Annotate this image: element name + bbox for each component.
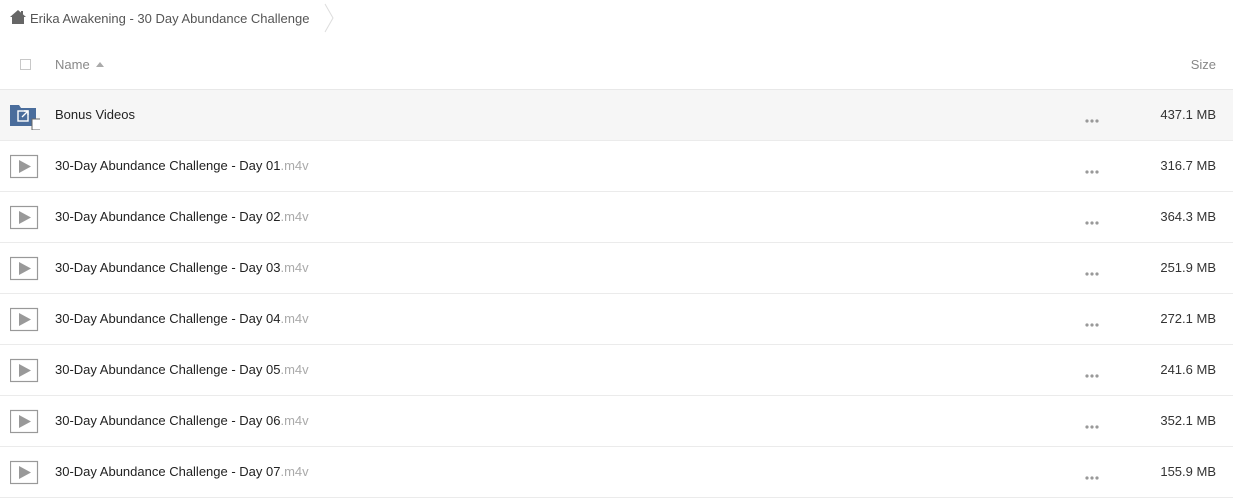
file-row[interactable]: 30-Day Abundance Challenge - Day 06.m4v … <box>0 396 1233 447</box>
file-size: 437.1 MB <box>1160 107 1216 122</box>
file-name[interactable]: 30-Day Abundance Challenge - Day 01.m4v <box>55 158 309 173</box>
select-all-checkbox[interactable] <box>20 59 31 70</box>
video-file-icon <box>9 459 40 487</box>
more-actions-icon[interactable] <box>1084 316 1100 327</box>
home-icon <box>10 10 26 24</box>
file-name-base: 30-Day Abundance Challenge - Day 07 <box>55 464 281 479</box>
file-name[interactable]: 30-Day Abundance Challenge - Day 02.m4v <box>55 209 309 224</box>
file-extension: .m4v <box>280 362 309 377</box>
video-file-icon <box>9 306 40 334</box>
column-header-name[interactable]: Name <box>55 57 104 72</box>
file-size: 155.9 MB <box>1160 464 1216 479</box>
file-row[interactable]: 30-Day Abundance Challenge - Day 01.m4v … <box>0 141 1233 192</box>
table-header: Name Size <box>0 40 1233 90</box>
file-name[interactable]: 30-Day Abundance Challenge - Day 06.m4v <box>55 413 309 428</box>
file-name-base: 30-Day Abundance Challenge - Day 02 <box>55 209 281 224</box>
file-row[interactable]: 30-Day Abundance Challenge - Day 07.m4v … <box>0 447 1233 498</box>
breadcrumb: Erika Awakening - 30 Day Abundance Chall… <box>0 0 1233 36</box>
file-row[interactable]: 30-Day Abundance Challenge - Day 02.m4v … <box>0 192 1233 243</box>
file-name[interactable]: 30-Day Abundance Challenge - Day 05.m4v <box>55 362 309 377</box>
file-size: 352.1 MB <box>1160 413 1216 428</box>
file-name-base: 30-Day Abundance Challenge - Day 05 <box>55 362 281 377</box>
file-row[interactable]: 30-Day Abundance Challenge - Day 05.m4v … <box>0 345 1233 396</box>
video-file-icon <box>9 153 40 181</box>
file-extension: .m4v <box>280 209 309 224</box>
file-name-base: 30-Day Abundance Challenge - Day 01 <box>55 158 281 173</box>
video-file-icon <box>9 408 40 436</box>
file-extension: .m4v <box>280 158 309 173</box>
sort-ascending-icon <box>95 62 104 67</box>
more-actions-icon[interactable] <box>1084 469 1100 480</box>
file-name[interactable]: Bonus Videos <box>55 107 135 122</box>
file-extension: .m4v <box>280 464 309 479</box>
more-actions-icon[interactable] <box>1084 265 1100 276</box>
video-file-icon <box>9 255 40 283</box>
breadcrumb-separator-icon <box>325 3 335 33</box>
more-actions-icon[interactable] <box>1084 112 1100 123</box>
file-name[interactable]: 30-Day Abundance Challenge - Day 03.m4v <box>55 260 309 275</box>
video-file-icon <box>9 204 40 232</box>
file-row[interactable]: 30-Day Abundance Challenge - Day 04.m4v … <box>0 294 1233 345</box>
file-name-base: 30-Day Abundance Challenge - Day 06 <box>55 413 281 428</box>
file-extension: .m4v <box>280 311 309 326</box>
file-size: 364.3 MB <box>1160 209 1216 224</box>
file-size: 241.6 MB <box>1160 362 1216 377</box>
video-file-icon <box>9 357 40 385</box>
shared-folder-icon <box>10 102 44 131</box>
breadcrumb-item-root[interactable]: Erika Awakening - 30 Day Abundance Chall… <box>0 0 337 36</box>
more-actions-icon[interactable] <box>1084 367 1100 378</box>
file-name-base: Bonus Videos <box>55 107 135 122</box>
column-header-name-label: Name <box>55 57 90 72</box>
file-name[interactable]: 30-Day Abundance Challenge - Day 07.m4v <box>55 464 309 479</box>
file-extension: .m4v <box>280 260 309 275</box>
file-name-base: 30-Day Abundance Challenge - Day 04 <box>55 311 281 326</box>
more-actions-icon[interactable] <box>1084 163 1100 174</box>
folder-row[interactable]: Bonus Videos 437.1 MB <box>0 90 1233 141</box>
file-size: 251.9 MB <box>1160 260 1216 275</box>
file-row[interactable]: 30-Day Abundance Challenge - Day 03.m4v … <box>0 243 1233 294</box>
file-size: 272.1 MB <box>1160 311 1216 326</box>
more-actions-icon[interactable] <box>1084 214 1100 225</box>
more-actions-icon[interactable] <box>1084 418 1100 429</box>
file-extension: .m4v <box>280 413 309 428</box>
file-name[interactable]: 30-Day Abundance Challenge - Day 04.m4v <box>55 311 309 326</box>
file-size: 316.7 MB <box>1160 158 1216 173</box>
file-name-base: 30-Day Abundance Challenge - Day 03 <box>55 260 281 275</box>
breadcrumb-label: Erika Awakening - 30 Day Abundance Chall… <box>30 10 310 26</box>
column-header-size[interactable]: Size <box>1191 57 1216 72</box>
file-list: Bonus Videos 437.1 MB 30-Day Abundance C… <box>0 90 1233 498</box>
